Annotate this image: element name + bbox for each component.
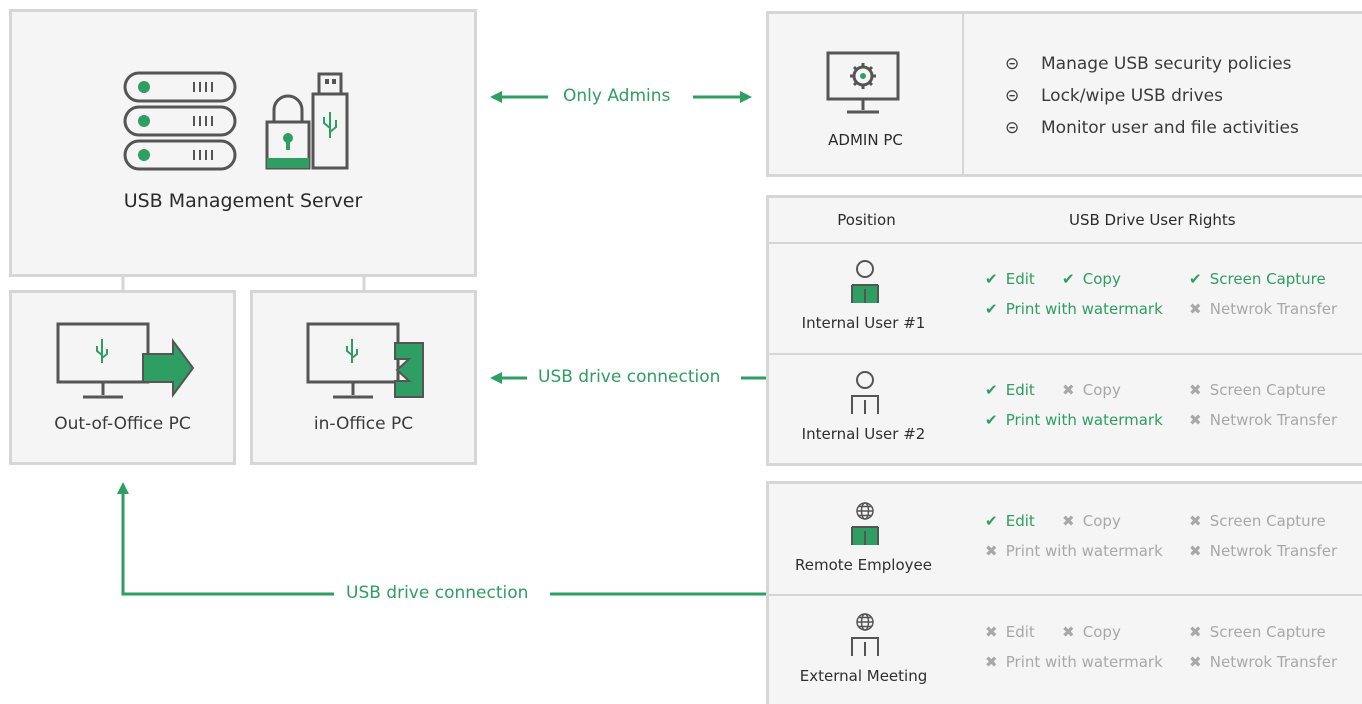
usb-connection-mid-label: USB drive connection	[538, 367, 721, 387]
admin-feature-item: ⊝ Monitor user and file activities	[1005, 118, 1299, 138]
cross-icon: ✖	[985, 653, 998, 671]
user-icon	[851, 371, 879, 414]
right-edit-allowed: ✔ Edit	[985, 512, 1035, 530]
row-name: External Meeting	[799, 667, 928, 685]
globe-user-icon	[851, 613, 879, 656]
right-label: Edit	[1001, 512, 1035, 530]
right-label: Screen Capture	[1205, 270, 1326, 288]
right-copy-denied: ✖ Copy	[1062, 623, 1121, 641]
right-label: Copy	[1078, 381, 1121, 399]
right-label: Screen Capture	[1205, 623, 1326, 641]
cross-icon: ✖	[1062, 381, 1075, 399]
right-label: Copy	[1078, 623, 1121, 641]
globe-user-icon	[851, 502, 879, 545]
admin-pc-label: ADMIN PC	[828, 131, 903, 149]
padlock-icon	[265, 94, 311, 170]
out-of-office-pc-label: Out-of-Office PC	[54, 414, 191, 434]
right-copy-denied: ✖ Copy	[1062, 381, 1121, 399]
out-of-office-pc-box: Out-of-Office PC	[9, 290, 236, 465]
cross-icon: ✖	[1189, 542, 1202, 560]
bullet-icon: ⊝	[1005, 54, 1020, 74]
right-print-with-watermark-allowed: ✔ Print with watermark	[985, 411, 1163, 429]
check-icon: ✔	[985, 270, 998, 288]
right-label: Edit	[1001, 270, 1035, 288]
right-label: Netwrok Transfer	[1205, 411, 1338, 429]
cross-icon: ✖	[1189, 411, 1202, 429]
right-screen-capture-denied: ✖ Screen Capture	[1189, 512, 1326, 530]
right-screen-capture-denied: ✖ Screen Capture	[1189, 381, 1326, 399]
admin-pc-panel: ADMIN PC ⊝ Manage USB security policies ⊝…	[766, 11, 1362, 177]
in-office-pc-label: in-Office PC	[313, 414, 414, 434]
only-admins-label: Only Admins	[563, 86, 671, 106]
server-rack-icon	[123, 71, 237, 171]
bullet-icon: ⊝	[1005, 118, 1020, 138]
usb-management-server-box: USB Management Server	[9, 9, 477, 277]
right-label: Print with watermark	[1001, 411, 1163, 429]
cross-icon: ✖	[985, 542, 998, 560]
right-label: Print with watermark	[1001, 653, 1163, 671]
monitor-usb-import-icon	[306, 322, 424, 399]
right-label: Netwrok Transfer	[1205, 653, 1338, 671]
row-name: Internal User #1	[801, 314, 926, 332]
cross-icon: ✖	[985, 623, 998, 641]
header-position: Position	[837, 211, 896, 229]
cross-icon: ✖	[1189, 381, 1202, 399]
check-icon: ✔	[985, 411, 998, 429]
right-label: Screen Capture	[1205, 512, 1326, 530]
right-label: Edit	[1001, 623, 1035, 641]
right-print-with-watermark-denied: ✖ Print with watermark	[985, 653, 1163, 671]
user-icon	[851, 260, 879, 303]
cross-icon: ✖	[1189, 623, 1202, 641]
right-label: Print with watermark	[1001, 542, 1163, 560]
row-name: Internal User #2	[801, 425, 926, 443]
right-print-with-watermark-allowed: ✔ Print with watermark	[985, 300, 1163, 318]
right-netwrok-transfer-denied: ✖ Netwrok Transfer	[1189, 542, 1337, 560]
right-netwrok-transfer-denied: ✖ Netwrok Transfer	[1189, 300, 1337, 318]
in-office-pc-box: in-Office PC	[250, 290, 477, 465]
cross-icon: ✖	[1062, 512, 1075, 530]
right-copy-allowed: ✔ Copy	[1062, 270, 1121, 288]
right-label: Copy	[1078, 512, 1121, 530]
monitor-usb-export-icon	[56, 322, 195, 399]
check-icon: ✔	[1189, 270, 1202, 288]
header-rights: USB Drive User Rights	[1069, 211, 1236, 229]
usb-connection-bottom-label: USB drive connection	[346, 583, 529, 603]
right-netwrok-transfer-denied: ✖ Netwrok Transfer	[1189, 411, 1337, 429]
right-label: Copy	[1078, 270, 1121, 288]
admin-feature-item: ⊝ Lock/wipe USB drives	[1005, 86, 1223, 106]
check-icon: ✔	[985, 512, 998, 530]
right-edit-denied: ✖ Edit	[985, 623, 1035, 641]
cross-icon: ✖	[1062, 623, 1075, 641]
cross-icon: ✖	[1189, 300, 1202, 318]
right-edit-allowed: ✔ Edit	[985, 381, 1035, 399]
cross-icon: ✖	[1189, 653, 1202, 671]
check-icon: ✔	[985, 381, 998, 399]
right-netwrok-transfer-denied: ✖ Netwrok Transfer	[1189, 653, 1337, 671]
right-print-with-watermark-denied: ✖ Print with watermark	[985, 542, 1163, 560]
bullet-icon: ⊝	[1005, 86, 1020, 106]
right-label: Screen Capture	[1205, 381, 1326, 399]
right-edit-allowed: ✔ Edit	[985, 270, 1035, 288]
monitor-gear-icon	[826, 51, 900, 114]
right-screen-capture-allowed: ✔ Screen Capture	[1189, 270, 1326, 288]
right-screen-capture-denied: ✖ Screen Capture	[1189, 623, 1326, 641]
cross-icon: ✖	[1189, 512, 1202, 530]
right-label: Print with watermark	[1001, 300, 1163, 318]
server-label: USB Management Server	[123, 190, 363, 212]
right-label: Edit	[1001, 381, 1035, 399]
check-icon: ✔	[985, 300, 998, 318]
usb-stick-icon	[311, 72, 349, 170]
row-name: Remote Employee	[795, 556, 932, 574]
right-label: Netwrok Transfer	[1205, 542, 1338, 560]
check-icon: ✔	[1062, 270, 1075, 288]
right-copy-denied: ✖ Copy	[1062, 512, 1121, 530]
admin-feature-item: ⊝ Manage USB security policies	[1005, 54, 1292, 74]
right-label: Netwrok Transfer	[1205, 300, 1338, 318]
